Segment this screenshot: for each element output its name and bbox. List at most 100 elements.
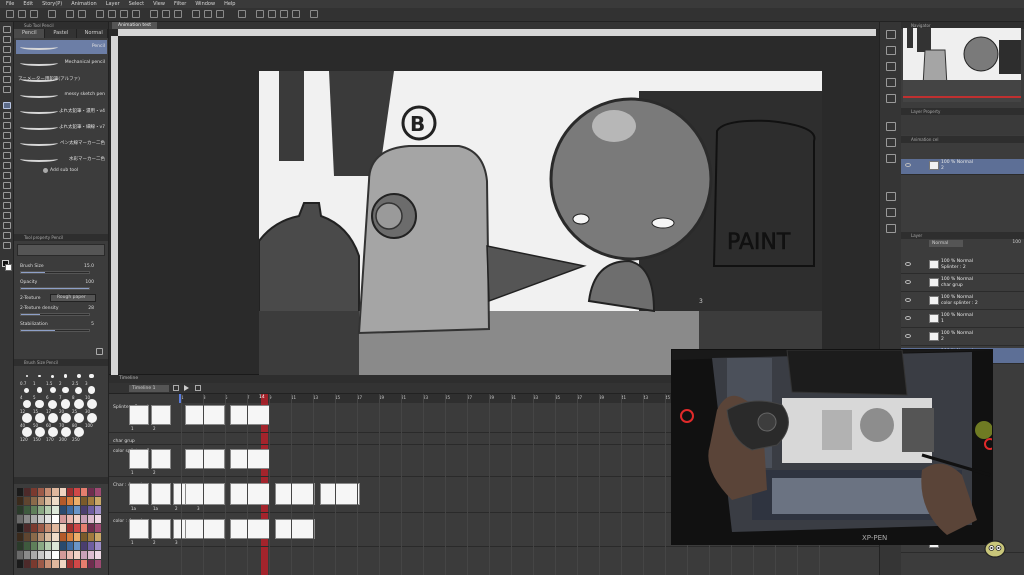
menu-animation[interactable]: Animation (71, 1, 97, 7)
correct-line-icon[interactable] (3, 242, 11, 249)
move-tool-icon[interactable] (3, 36, 11, 43)
new-file-icon[interactable] (6, 10, 14, 18)
color-swatch[interactable] (73, 506, 80, 514)
texture-density-value[interactable]: 28 (88, 306, 94, 311)
tab-pencil[interactable]: Pencil (14, 29, 46, 38)
layer-row[interactable]: 100 % Normal 1 (901, 312, 1024, 328)
color-swatch[interactable] (59, 506, 66, 514)
animation-cel-icon[interactable] (886, 154, 896, 163)
color-swatch[interactable] (24, 488, 31, 496)
search-layer-icon[interactable] (886, 138, 896, 147)
color-swatch[interactable] (80, 560, 87, 568)
color-swatch[interactable] (38, 551, 45, 559)
frame-cel[interactable] (185, 449, 225, 469)
color-swatch[interactable] (66, 533, 73, 541)
eyedropper-icon[interactable] (310, 10, 318, 18)
menu-help[interactable]: Help (224, 1, 235, 7)
brush-size-dot[interactable] (48, 399, 57, 409)
color-swatch[interactable] (87, 488, 94, 496)
color-swatch[interactable] (59, 524, 66, 532)
expand-selection-icon[interactable] (174, 10, 182, 18)
menu-edit[interactable]: Edit (23, 1, 33, 7)
color-swatch[interactable] (52, 497, 59, 505)
fill-icon[interactable] (120, 10, 128, 18)
auto-select-icon[interactable] (3, 76, 11, 83)
color-swatch[interactable] (94, 524, 101, 532)
color-swatch[interactable] (52, 533, 59, 541)
color-swatch[interactable] (66, 506, 73, 514)
frame-cel[interactable] (275, 519, 315, 539)
color-swatch[interactable] (17, 533, 24, 541)
color-swatch[interactable] (87, 506, 94, 514)
brush-size-dot[interactable] (86, 413, 97, 423)
sub-view-icon[interactable] (886, 46, 896, 55)
color-swatch[interactable] (59, 542, 66, 550)
color-swatch[interactable] (87, 551, 94, 559)
add-sub-tool-button[interactable]: Add sub tool (50, 168, 78, 173)
color-swatch[interactable] (24, 551, 31, 559)
color-swatch[interactable] (17, 560, 24, 568)
brush-size-dot[interactable] (87, 386, 96, 394)
color-swatch[interactable] (31, 533, 38, 541)
color-swatch[interactable] (73, 542, 80, 550)
color-swatch[interactable] (38, 560, 45, 568)
color-history-icon[interactable] (886, 224, 896, 233)
eye-icon[interactable] (905, 334, 911, 338)
brush-size-dot[interactable] (62, 386, 69, 394)
color-swatch[interactable] (87, 542, 94, 550)
brush-size-dot[interactable] (73, 399, 84, 409)
color-icon[interactable] (292, 10, 300, 18)
color-swatch[interactable] (59, 533, 66, 541)
wrench-icon[interactable] (96, 348, 103, 355)
crop-icon[interactable] (238, 10, 246, 18)
color-swatch[interactable] (45, 560, 52, 568)
cel-thumbnail[interactable] (129, 405, 149, 425)
stabilization-value[interactable]: 5 (91, 322, 94, 327)
menu-select[interactable]: Select (129, 1, 144, 7)
eraser-tool-icon[interactable] (3, 152, 11, 159)
texture-density-slider[interactable] (20, 313, 90, 316)
color-swatch[interactable] (24, 497, 31, 505)
color-swatch[interactable] (45, 542, 52, 550)
color-swatch[interactable] (31, 524, 38, 532)
color-swatch[interactable] (24, 560, 31, 568)
color-swatch[interactable] (52, 506, 59, 514)
color-swatch[interactable] (45, 524, 52, 532)
prev-frame-icon[interactable] (173, 385, 179, 391)
cel-thumbnail[interactable] (129, 483, 149, 505)
color-swatch[interactable] (59, 560, 66, 568)
invert-selection-icon[interactable] (162, 10, 170, 18)
color-swatch[interactable] (80, 488, 87, 496)
opacity-value[interactable]: 100 (85, 280, 94, 285)
color-swatch[interactable] (87, 497, 94, 505)
figure-tool-icon[interactable] (3, 192, 11, 199)
color-swatch[interactable] (17, 506, 24, 514)
brush-size-dot[interactable] (49, 387, 56, 393)
color-swatch[interactable] (52, 542, 59, 550)
color-swatch[interactable] (59, 515, 66, 523)
color-swatch[interactable] (80, 533, 87, 541)
color-swatch[interactable] (66, 497, 73, 505)
menu-view[interactable]: View (153, 1, 165, 7)
blend-tool-icon[interactable] (3, 162, 11, 169)
frame-cel[interactable] (185, 519, 225, 539)
color-swatch[interactable] (17, 551, 24, 559)
menu-file[interactable]: File (6, 1, 14, 7)
deselect-icon[interactable] (150, 10, 158, 18)
brush-icon[interactable] (268, 10, 276, 18)
cel-thumbnail[interactable] (151, 449, 171, 469)
brush-item[interactable]: Mechanical pencil (16, 56, 107, 70)
color-swatch[interactable] (73, 560, 80, 568)
history-icon[interactable] (886, 94, 896, 103)
color-swatch[interactable] (87, 515, 94, 523)
color-swatch[interactable] (31, 506, 38, 514)
color-swatch[interactable] (24, 533, 31, 541)
selection-edit-icon[interactable] (280, 10, 288, 18)
brush-size-dot[interactable] (47, 413, 58, 423)
ruler-snap-icon[interactable] (192, 10, 200, 18)
undo-icon[interactable] (66, 10, 74, 18)
opacity-slider[interactable] (20, 287, 90, 290)
color-swatch[interactable] (38, 488, 45, 496)
zoom-tool-icon[interactable] (3, 26, 11, 33)
layer-row[interactable]: 100 % Normal 2 (901, 330, 1024, 346)
